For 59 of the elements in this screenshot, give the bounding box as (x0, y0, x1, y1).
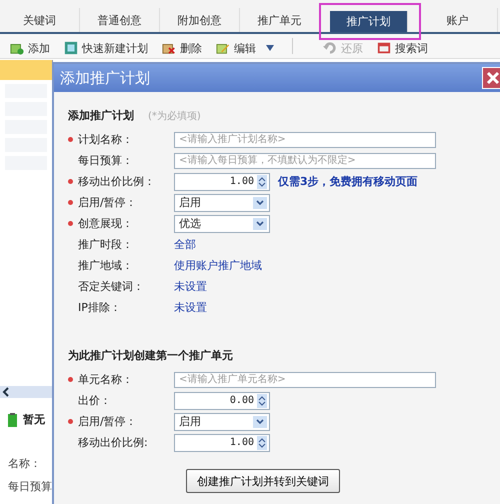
section-heading: 为此推广计划创建第一个推广单元 (68, 348, 233, 363)
text-field[interactable]: <请输入每日预算，不填默认为不限定> (174, 152, 436, 168)
section-heading: 添加推广计划 (68, 108, 134, 123)
edit-icon (216, 41, 230, 55)
field-label: 否定关键词： (78, 279, 145, 294)
number-spinner[interactable]: 1.00 (174, 172, 270, 190)
chevron-down-icon[interactable] (253, 416, 267, 428)
close-button[interactable] (482, 67, 500, 89)
spinner-arrows-icon[interactable] (257, 174, 267, 188)
setting-link[interactable]: 全部 (174, 237, 196, 252)
status-text: 暂无 (23, 412, 45, 427)
field-label: 启用/暂停： (78, 195, 138, 210)
grid-icon (64, 41, 78, 55)
chevron-down-icon[interactable] (253, 218, 267, 230)
tab[interactable]: 推广单元 (240, 8, 320, 32)
field-label: 每日预算 (8, 479, 52, 494)
tab[interactable]: 推广计划 (330, 11, 408, 32)
dropdown[interactable]: 启用 (174, 412, 270, 430)
promo-link[interactable]: 仅需3步，免费拥有移动页面 (278, 174, 418, 189)
toolbar-button[interactable]: 搜索词 (377, 42, 428, 54)
spinner-arrows-icon[interactable] (257, 436, 267, 450)
undo-icon (323, 41, 337, 55)
tab[interactable]: 关键词 (0, 8, 80, 32)
field-label: 出价： (78, 393, 112, 408)
field-label: 移动出价比例: (78, 435, 149, 450)
field-label: 推广地域： (78, 258, 134, 273)
field-label: 移动出价比例： (78, 174, 156, 189)
toolbar-button[interactable]: 添加 (10, 42, 50, 54)
number-spinner[interactable]: 1.00 (174, 434, 270, 452)
tab[interactable]: 账户 (418, 8, 498, 32)
toolbar-button[interactable]: 编辑 (216, 42, 274, 54)
tab[interactable]: 普通创意 (80, 8, 160, 32)
field-label: 名称： (8, 456, 42, 471)
field-label: 计划名称： (78, 132, 134, 147)
tab[interactable]: 附加创意 (160, 8, 240, 32)
dialog-title: 添加推广计划 (60, 68, 150, 88)
field-label: 单元名称： (78, 372, 134, 387)
chevron-down-icon[interactable] (253, 196, 267, 208)
field-label: 启用/暂停： (78, 414, 138, 429)
field-label: 推广时段： (78, 237, 134, 252)
dropdown[interactable]: 启用 (174, 194, 270, 212)
spinner-arrows-icon[interactable] (257, 394, 267, 408)
setting-link[interactable]: 未设置 (174, 300, 207, 315)
dropdown[interactable]: 优选 (174, 214, 270, 232)
submit-button[interactable]: 创建推广计划并转到关键词 (186, 469, 340, 493)
window-icon (377, 41, 391, 55)
battery-icon (8, 412, 17, 426)
setting-link[interactable]: 未设置 (174, 279, 207, 294)
delete-icon (162, 41, 176, 55)
text-field[interactable]: <请输入推广单元名称> (174, 372, 436, 388)
setting-link[interactable]: 使用账户推广地域 (174, 258, 262, 273)
required-note: (*为必填项) (148, 110, 201, 123)
toolbar-button[interactable]: 快速新建计划 (64, 42, 148, 54)
field-label: 每日预算： (78, 153, 134, 168)
number-spinner[interactable]: 0.00 (174, 392, 270, 410)
toolbar-button[interactable]: 删除 (162, 42, 202, 54)
field-label: 创意展现： (78, 216, 134, 231)
text-field[interactable]: <请输入推广计划名称> (174, 132, 436, 148)
field-label: IP排除： (78, 300, 122, 315)
